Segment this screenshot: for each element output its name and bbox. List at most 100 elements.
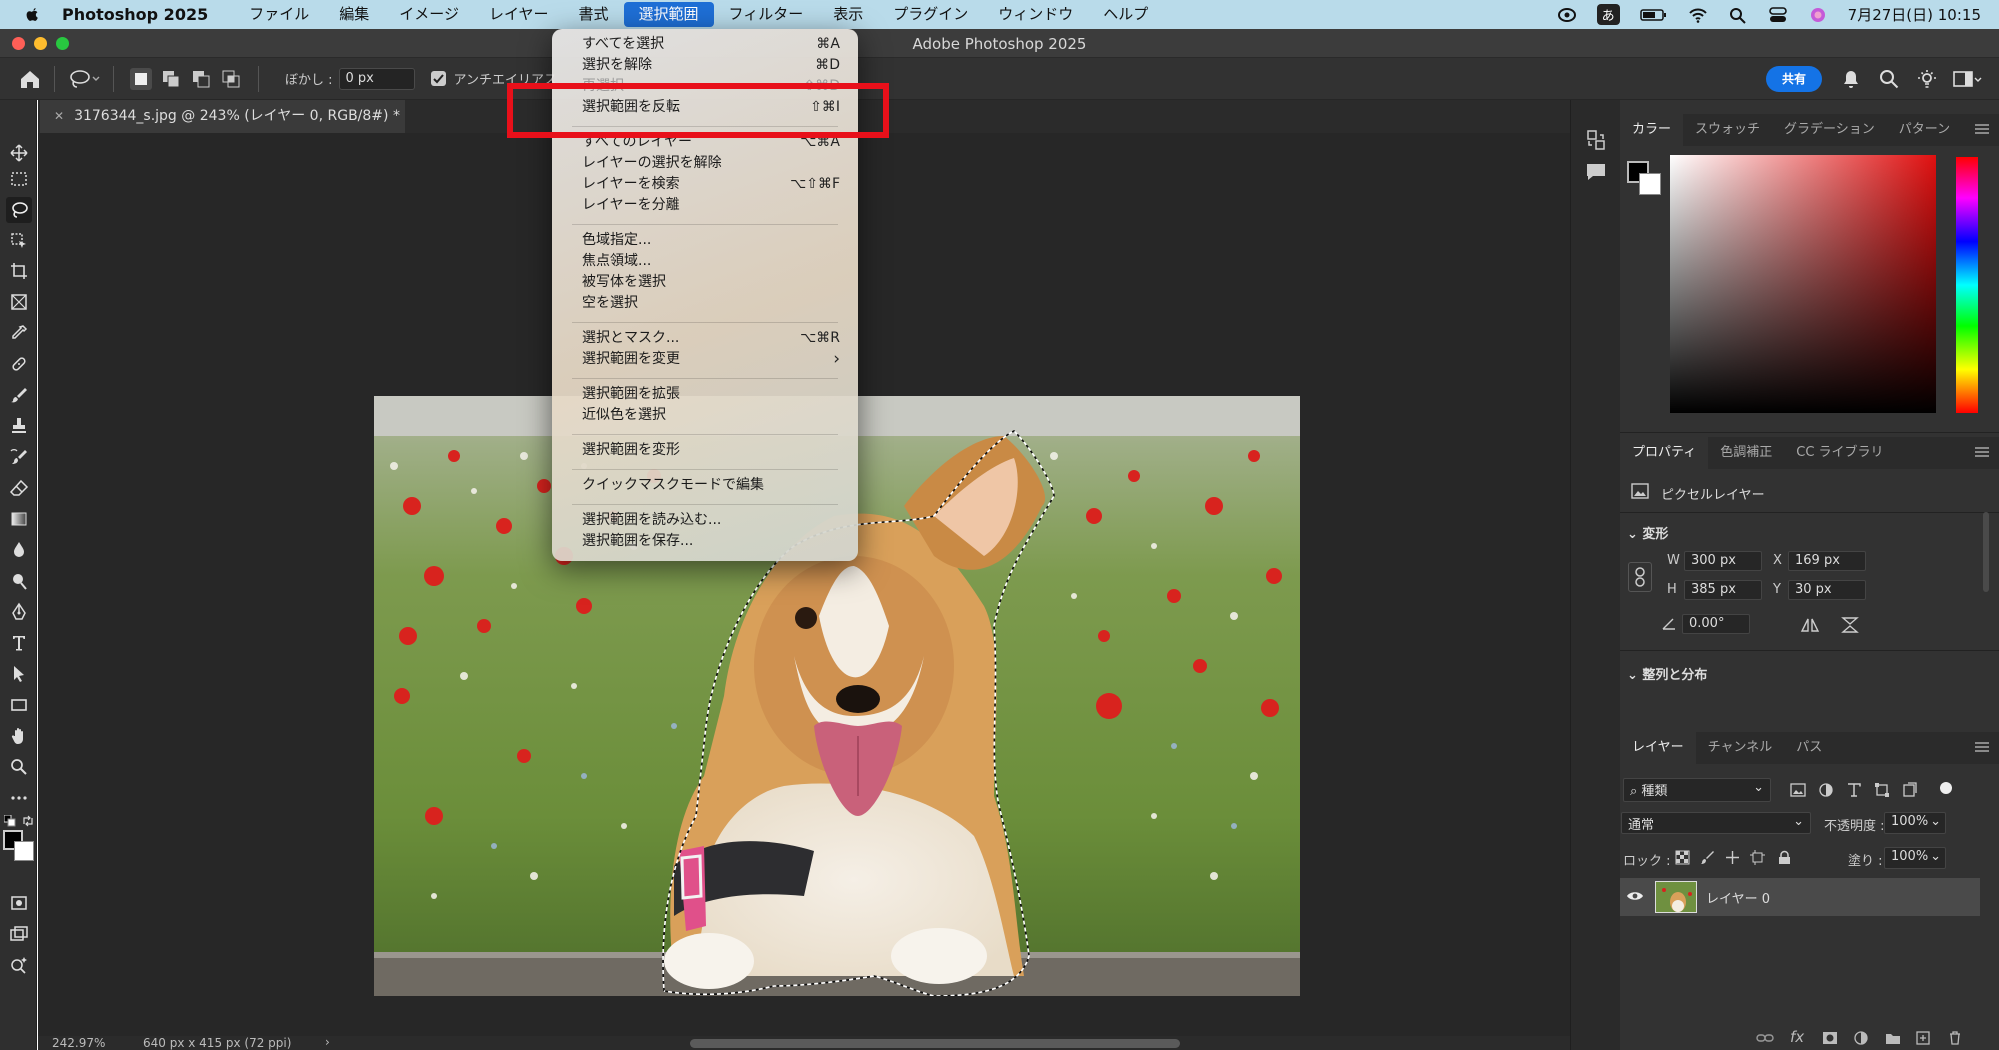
menu-item-focus-area[interactable]: 焦点領域...: [582, 251, 844, 272]
input-method-indicator[interactable]: あ: [1596, 4, 1620, 25]
layer-effects-icon[interactable]: fx: [1790, 1028, 1804, 1046]
search-icon[interactable]: [1878, 68, 1900, 90]
tab-adjustments[interactable]: 色調補正: [1708, 437, 1784, 469]
flip-vertical-icon[interactable]: [1840, 616, 1860, 634]
layer-filter-dropdown[interactable]: ⌕ 種類 ⌄: [1623, 778, 1771, 802]
link-layers-icon[interactable]: [1756, 1031, 1774, 1045]
menu-item-select-and-mask[interactable]: 選択とマスク... ⌥⌘R: [582, 328, 844, 349]
panel-background-swatch[interactable]: [1639, 173, 1661, 195]
filter-type-icon[interactable]: [1846, 782, 1862, 798]
menu-edit[interactable]: 編集: [324, 0, 384, 29]
tab-paths[interactable]: パス: [1784, 732, 1834, 764]
creative-cloud-icon[interactable]: [1557, 6, 1577, 24]
width-input[interactable]: 300 px: [1684, 551, 1762, 571]
flip-horizontal-icon[interactable]: [1800, 616, 1820, 634]
healing-brush-tool[interactable]: [6, 351, 32, 377]
menu-item-select-subject[interactable]: 被写体を選択: [582, 272, 844, 293]
move-tool[interactable]: [6, 140, 32, 166]
tab-gradients[interactable]: グラデーション: [1772, 114, 1887, 146]
new-group-folder-icon[interactable]: [1885, 1031, 1901, 1045]
history-brush-tool[interactable]: [6, 444, 32, 470]
intersect-selection-button[interactable]: [220, 68, 242, 90]
menu-window[interactable]: ウィンドウ: [983, 0, 1088, 29]
y-input[interactable]: 30 px: [1788, 580, 1866, 600]
panel-menu-icon[interactable]: [1975, 123, 1989, 135]
tab-layers[interactable]: レイヤー: [1620, 732, 1696, 764]
menu-layer[interactable]: レイヤー: [474, 0, 564, 29]
menu-item-load-selection[interactable]: 選択範囲を読み込む...: [582, 510, 844, 531]
path-selection-tool[interactable]: [6, 661, 32, 687]
control-center-icon[interactable]: [1768, 6, 1788, 24]
horizontal-scrollbar[interactable]: [690, 1039, 1180, 1048]
pen-tool[interactable]: [6, 599, 32, 625]
menu-item-isolate-layers[interactable]: レイヤーを分離: [582, 195, 844, 216]
fill-input[interactable]: 100% ⌄: [1884, 847, 1946, 869]
document-tab[interactable]: ✕ 3176344_s.jpg @ 243% (レイヤー 0, RGB/8#) *: [40, 100, 405, 133]
zoom-tool[interactable]: [6, 754, 32, 780]
eyedropper-tool[interactable]: [6, 320, 32, 346]
lasso-tool-preset-icon[interactable]: [67, 68, 101, 90]
transform-section-header[interactable]: ⌄ 変形: [1627, 523, 1668, 542]
menu-select[interactable]: 選択範囲: [623, 2, 714, 27]
add-to-selection-button[interactable]: [160, 68, 182, 90]
tab-swatches[interactable]: スウォッチ: [1683, 114, 1772, 146]
crop-tool[interactable]: [6, 258, 32, 284]
menu-image[interactable]: イメージ: [384, 0, 474, 29]
menu-help[interactable]: ヘルプ: [1088, 0, 1163, 29]
lock-artboard-icon[interactable]: [1750, 850, 1765, 865]
background-color-swatch[interactable]: [14, 841, 34, 861]
menu-view[interactable]: 表示: [818, 0, 878, 29]
x-input[interactable]: 169 px: [1788, 551, 1866, 571]
menu-item-deselect-layers[interactable]: レイヤーの選択を解除: [582, 153, 844, 174]
workspace-switcher-icon[interactable]: [1952, 68, 1982, 90]
trash-icon[interactable]: [1948, 1031, 1962, 1045]
tab-channels[interactable]: チャンネル: [1696, 732, 1785, 764]
zoom-level[interactable]: 242.97%: [52, 1036, 105, 1050]
hand-tool[interactable]: [6, 723, 32, 749]
tab-patterns[interactable]: パターン: [1887, 114, 1962, 146]
share-button[interactable]: 共有: [1766, 66, 1822, 92]
default-colors-icon[interactable]: [4, 815, 16, 827]
brush-tool[interactable]: [6, 382, 32, 408]
menu-filter[interactable]: フィルター: [714, 0, 819, 29]
document-info[interactable]: 640 px x 415 px (72 ppi): [143, 1036, 291, 1050]
quick-mask-button[interactable]: [6, 890, 32, 916]
tab-properties[interactable]: プロパティ: [1620, 437, 1709, 469]
swap-colors-icon[interactable]: [22, 815, 34, 827]
menu-item-quick-mask[interactable]: クイックマスクモードで編集: [582, 475, 844, 496]
antialias-checkbox[interactable]: [430, 71, 446, 86]
properties-scrollbar[interactable]: [1983, 512, 1989, 592]
spotlight-search-icon[interactable]: [1728, 6, 1748, 24]
height-input[interactable]: 385 px: [1684, 580, 1762, 600]
menu-item-deselect[interactable]: 選択を解除 ⌘D: [582, 55, 844, 76]
color-picker-field[interactable]: [1670, 155, 1936, 413]
battery-icon[interactable]: [1639, 6, 1668, 24]
app-name[interactable]: Photoshop 2025: [62, 5, 208, 24]
layer-thumbnail[interactable]: [1655, 881, 1697, 913]
apple-icon[interactable]: [22, 5, 42, 25]
lock-position-icon[interactable]: [1725, 850, 1740, 865]
screen-mode-button[interactable]: [6, 921, 32, 947]
type-tool[interactable]: [6, 630, 32, 656]
tab-color[interactable]: カラー: [1620, 114, 1684, 146]
layer-name[interactable]: レイヤー 0: [1706, 888, 1770, 907]
menu-item-color-range[interactable]: 色域指定...: [582, 230, 844, 251]
filter-shape-icon[interactable]: [1874, 782, 1890, 798]
discover-lightbulb-icon[interactable]: [1916, 68, 1938, 90]
comments-panel-icon[interactable]: [1584, 160, 1608, 184]
blur-tool[interactable]: [6, 537, 32, 563]
status-chevron-icon[interactable]: ›: [325, 1035, 330, 1049]
menu-type[interactable]: 書式: [564, 0, 624, 29]
feather-input[interactable]: 0 px: [338, 67, 415, 90]
clone-stamp-tool[interactable]: [6, 413, 32, 439]
subtract-from-selection-button[interactable]: [190, 68, 212, 90]
menu-item-save-selection[interactable]: 選択範囲を保存...: [582, 531, 844, 552]
opacity-input[interactable]: 100% ⌄: [1884, 812, 1946, 834]
new-selection-button[interactable]: [130, 67, 152, 90]
menu-file[interactable]: ファイル: [234, 0, 324, 29]
object-selection-tool[interactable]: [6, 228, 32, 254]
lock-all-icon[interactable]: [1777, 850, 1792, 865]
align-section-header[interactable]: ⌄ 整列と分布: [1627, 664, 1707, 683]
tab-cc-libraries[interactable]: CC ライブラリ: [1784, 437, 1895, 469]
home-icon[interactable]: [18, 68, 42, 90]
